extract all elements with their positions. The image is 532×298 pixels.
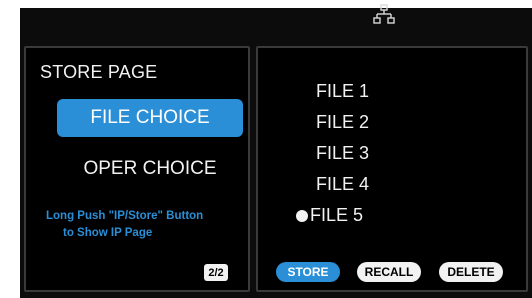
file-list: FILE 1 FILE 2 FILE 3 FILE 4 FILE 5 — [292, 76, 369, 231]
file-item-4[interactable]: FILE 4 — [292, 169, 369, 200]
file-label: FILE 4 — [316, 174, 370, 194]
page-indicator: 2/2 — [204, 264, 228, 281]
delete-button[interactable]: DELETE — [439, 262, 503, 282]
file-item-3[interactable]: FILE 3 — [292, 138, 369, 169]
file-label: FILE 1 — [316, 81, 370, 101]
file-label: FILE 3 — [316, 143, 370, 163]
file-label: FILE 5 — [310, 205, 364, 225]
screen: STORE PAGE FILE CHOICE OPER CHOICE Long … — [0, 0, 532, 298]
recall-button[interactable]: RECALL — [357, 262, 421, 282]
top-status-bar — [20, 8, 532, 40]
page-title: STORE PAGE — [40, 62, 158, 82]
hint-line-2: to Show IP Page — [63, 227, 153, 239]
file-item-2[interactable]: FILE 2 — [292, 107, 369, 138]
network-icon — [373, 4, 395, 24]
file-choice-button[interactable]: FILE CHOICE — [57, 99, 243, 137]
file-item-1[interactable]: FILE 1 — [292, 76, 369, 107]
oper-choice-button[interactable]: OPER CHOICE — [57, 150, 243, 188]
selected-dot-icon — [296, 210, 308, 222]
file-item-5[interactable]: FILE 5 — [292, 200, 369, 231]
file-label: FILE 2 — [316, 112, 370, 132]
store-button[interactable]: STORE — [276, 262, 340, 282]
hint-text: Long Push "IP/Store" Button to Show IP P… — [46, 208, 246, 242]
hint-line-1: Long Push "IP/Store" Button — [46, 210, 204, 222]
